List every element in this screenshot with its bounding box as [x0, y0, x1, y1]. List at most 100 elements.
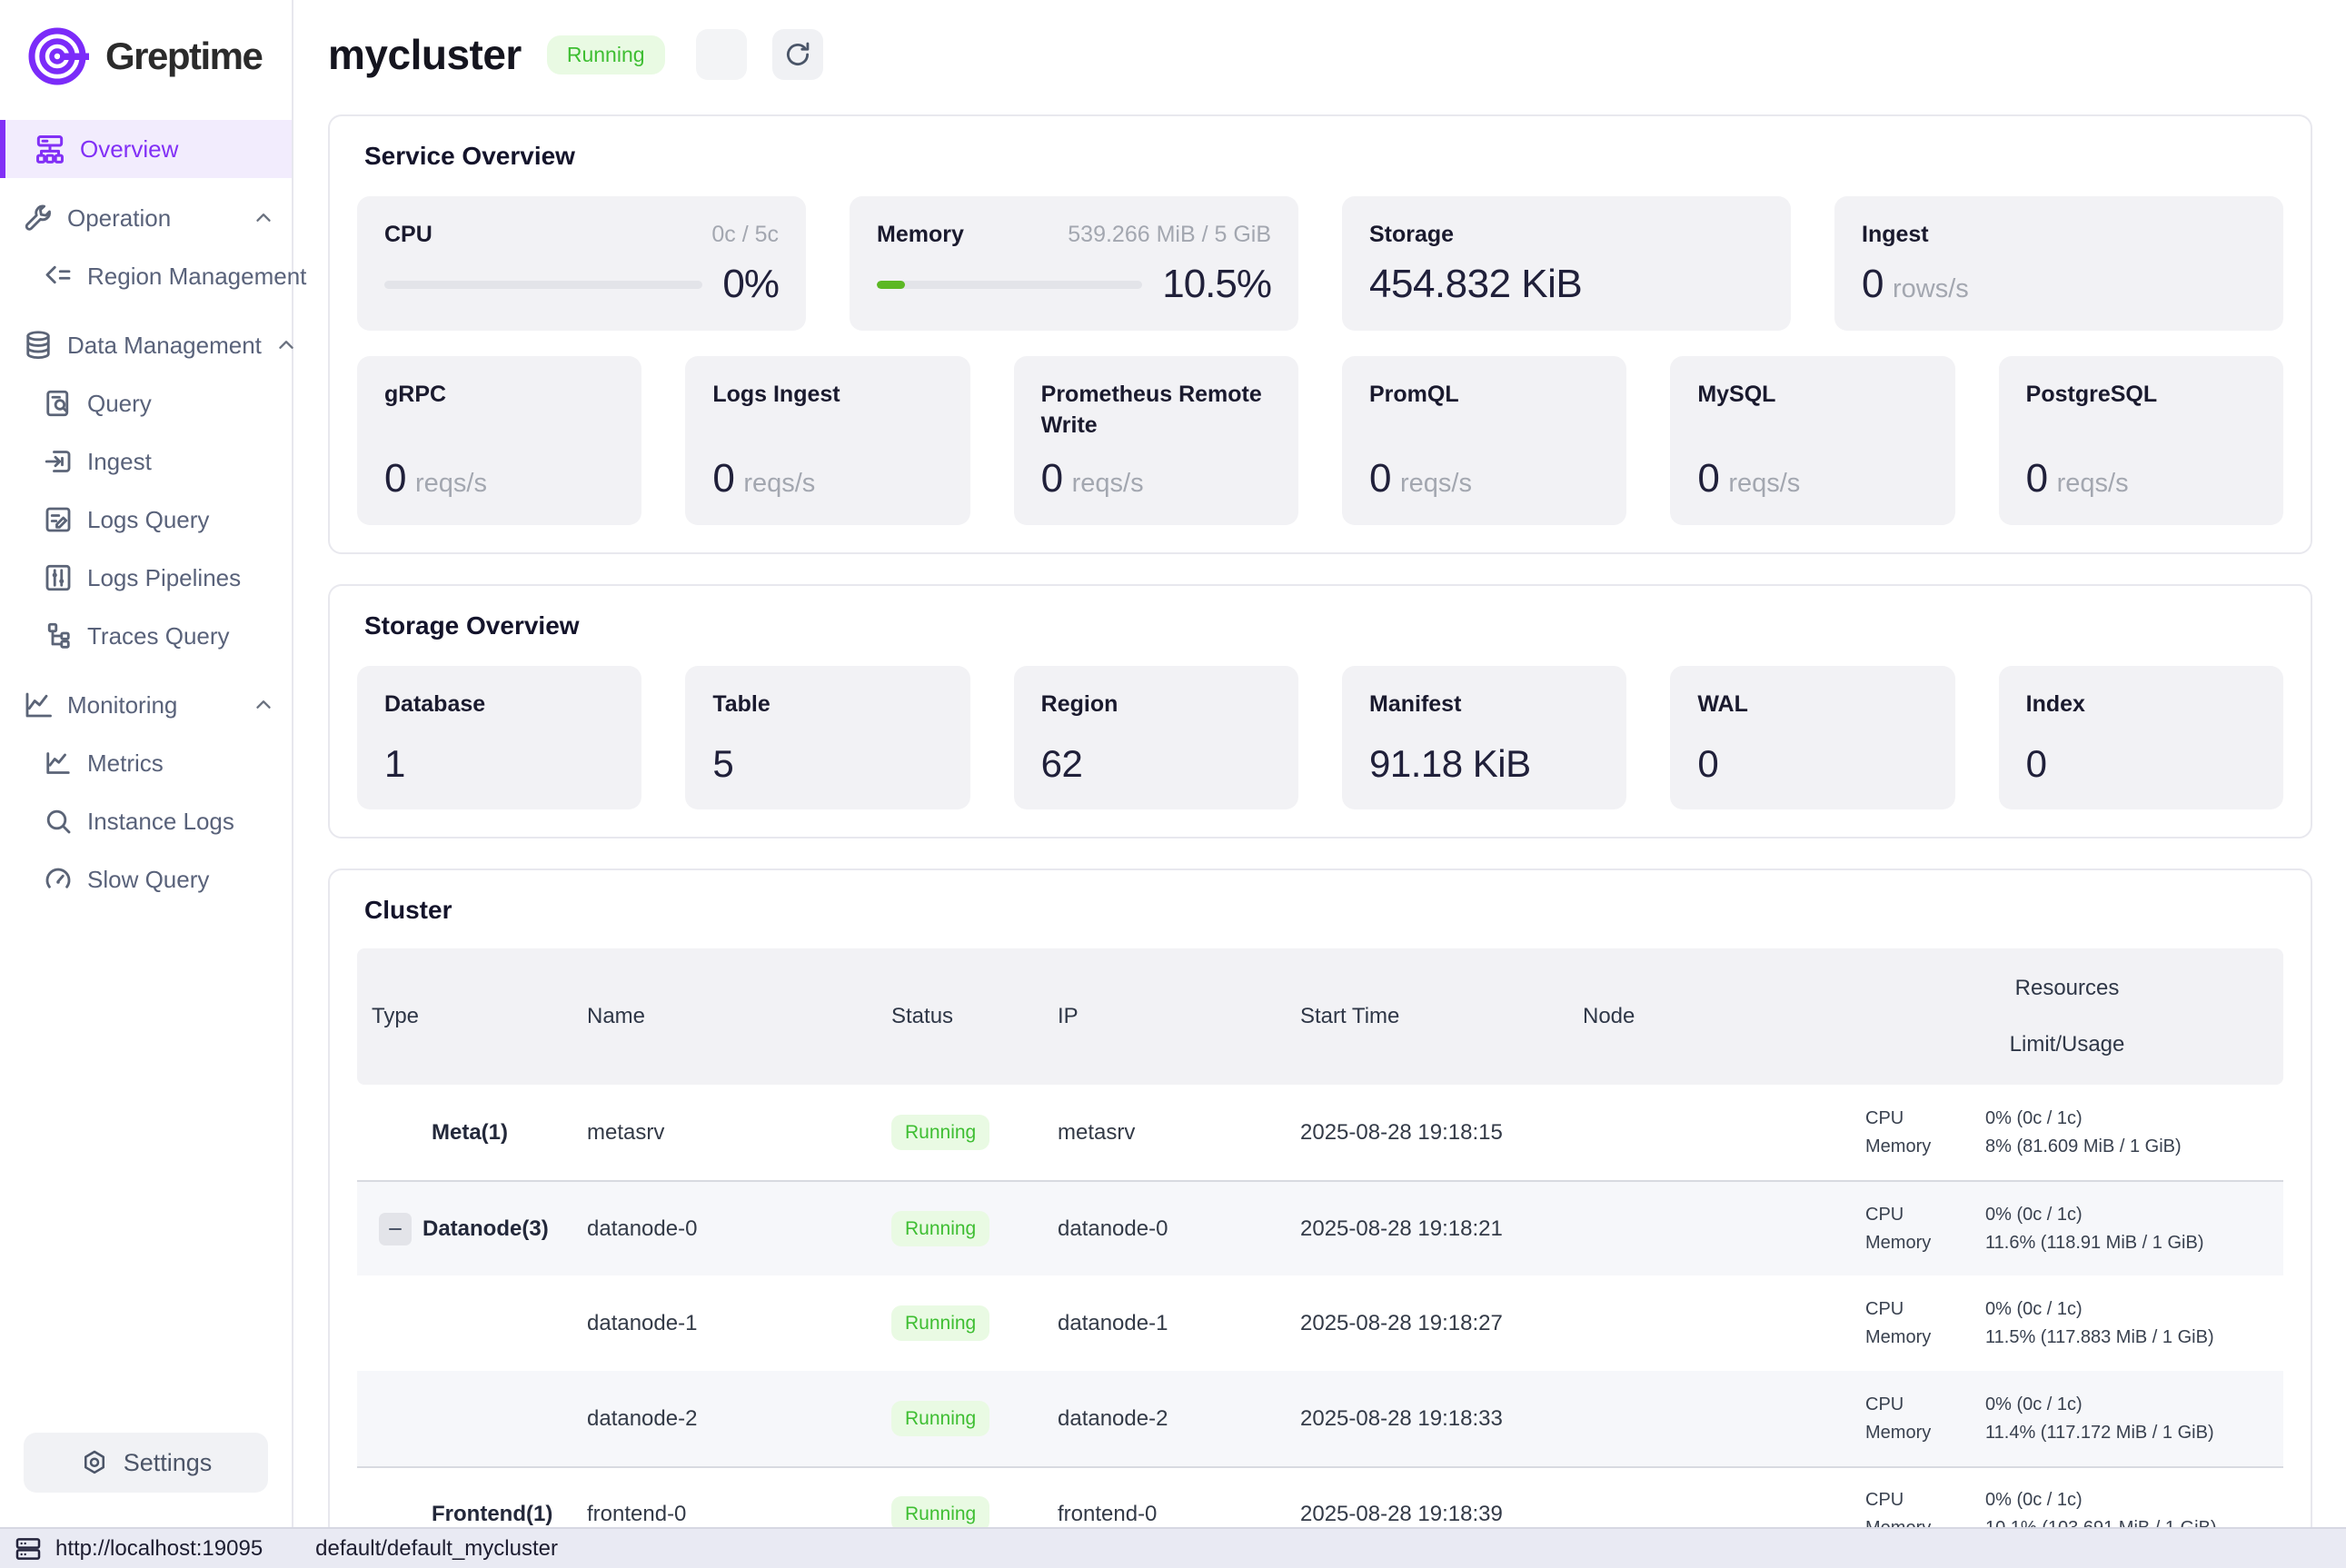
sidebar-section-operation[interactable]: Operation [0, 189, 292, 247]
empty-action-button[interactable] [696, 29, 747, 80]
sidebar-item-logs-query[interactable]: Logs Query [0, 491, 292, 549]
manifest-value: 91.18 KiB [1369, 742, 1599, 786]
prometheus-remote-write-label: Prometheus Remote Write [1041, 380, 1271, 442]
connection-url[interactable]: http://localhost:19095 [55, 1536, 263, 1562]
grpc-value: 0 [384, 456, 406, 501]
metrics-icon [42, 747, 75, 779]
status-badge: Running [891, 1115, 989, 1150]
database-card: Database 1 [357, 666, 641, 809]
logs-query-icon [42, 503, 75, 536]
sidebar-item-query[interactable]: Query [0, 374, 292, 432]
status-bar: http://localhost:19095 default/default_m… [0, 1527, 2346, 1568]
table-row-datanode-0[interactable]: Datanode(3) datanode-0 Running datanode-… [357, 1180, 2283, 1275]
ingest-value: 0 [1862, 262, 1884, 307]
table-label: Table [712, 690, 942, 720]
sidebar-section-data-management[interactable]: Data Management [0, 316, 292, 374]
postgresql-card: PostgreSQL 0 reqs/s [1999, 356, 2283, 525]
refresh-button[interactable] [772, 29, 823, 80]
region-value: 62 [1041, 742, 1271, 786]
cluster-table-header: Type Name Status IP Start Time Node Reso… [357, 948, 2283, 1085]
wal-card: WAL 0 [1670, 666, 1954, 809]
column-status: Status [877, 1004, 1043, 1029]
sidebar-nav: Overview Operation Region Management Dat… [0, 120, 292, 908]
sidebar-item-label: Slow Query [87, 866, 209, 894]
region-label: Region [1041, 690, 1271, 720]
table-value: 5 [712, 742, 942, 786]
sidebar-item-label: Overview [80, 135, 178, 164]
row-resources: CPU0% (0c / 1c) Memory11.4% (117.172 MiB… [1851, 1394, 2283, 1444]
sidebar-item-instance-logs[interactable]: Instance Logs [0, 792, 292, 850]
monitoring-icon [22, 689, 55, 721]
sidebar-section-label: Monitoring [67, 691, 177, 719]
storage-label: Storage [1369, 220, 1454, 251]
cpu-card: CPU 0c / 5c 0% [357, 196, 806, 331]
promql-unit: reqs/s [1400, 469, 1472, 499]
chevron-up-icon [252, 206, 275, 230]
cpu-progress-bar [384, 281, 702, 289]
sidebar-section-label: Operation [67, 204, 171, 233]
sidebar-section-monitoring[interactable]: Monitoring [0, 676, 292, 734]
storage-cards: Database 1 Table 5 Region 62 Manifest 91… [357, 666, 2283, 809]
brand-logo: Greptime [0, 0, 292, 98]
row-name: frontend-0 [572, 1502, 877, 1527]
row-ip: frontend-0 [1043, 1502, 1286, 1527]
column-resources: Resources [2015, 976, 2120, 1001]
table-row-datanode-1[interactable]: datanode-1 Running datanode-1 2025-08-28… [357, 1275, 2283, 1371]
column-name: Name [572, 1004, 877, 1029]
wal-label: WAL [1697, 690, 1927, 720]
promql-value: 0 [1369, 456, 1391, 501]
sidebar-item-region-management[interactable]: Region Management [0, 247, 292, 305]
current-database[interactable]: default/default_mycluster [315, 1536, 558, 1562]
storage-card: Storage 454.832 KiB [1342, 196, 1791, 331]
sidebar-item-slow-query[interactable]: Slow Query [0, 850, 292, 908]
postgresql-label: PostgreSQL [2026, 380, 2256, 411]
row-start-time: 2025-08-28 19:18:33 [1286, 1406, 1568, 1432]
cpu-res-label: CPU [1865, 1205, 1985, 1226]
sidebar-item-ingest[interactable]: Ingest [0, 432, 292, 491]
status-badge: Running [891, 1401, 989, 1436]
row-start-time: 2025-08-28 19:18:39 [1286, 1502, 1568, 1527]
brand-name: Greptime [105, 35, 262, 78]
mysql-label: MySQL [1697, 380, 1927, 411]
sidebar-item-logs-pipelines[interactable]: Logs Pipelines [0, 549, 292, 607]
index-value: 0 [2026, 742, 2256, 786]
ingest-icon [42, 445, 75, 478]
collapse-datanode-group-button[interactable] [379, 1213, 412, 1245]
traces-query-icon [42, 620, 75, 652]
sidebar-item-metrics[interactable]: Metrics [0, 734, 292, 792]
manifest-card: Manifest 91.18 KiB [1342, 666, 1626, 809]
mysql-value: 0 [1697, 456, 1719, 501]
ingest-card: Ingest 0 rows/s [1834, 196, 2283, 331]
postgresql-value: 0 [2026, 456, 2048, 501]
gauge-icon [42, 863, 75, 896]
sidebar-item-overview[interactable]: Overview [0, 120, 292, 178]
row-start-time: 2025-08-28 19:18:21 [1286, 1216, 1568, 1242]
table-row-datanode-2[interactable]: datanode-2 Running datanode-2 2025-08-28… [357, 1371, 2283, 1466]
settings-button[interactable]: Settings [24, 1433, 268, 1493]
status-badge: Running [891, 1305, 989, 1341]
memory-res-label: Memory [1865, 1423, 1985, 1444]
cluster-section-title: Cluster [364, 896, 2283, 925]
status-badge: Running [891, 1211, 989, 1246]
row-ip: datanode-1 [1043, 1311, 1286, 1336]
sidebar-item-label: Metrics [87, 749, 164, 778]
cluster-status-badge: Running [547, 35, 665, 74]
storage-overview-panel: Storage Overview Database 1 Table 5 Regi… [328, 584, 2312, 839]
service-metric-cards: CPU 0c / 5c 0% Memory 539.266 MiB / 5 Gi… [357, 196, 2283, 331]
sidebar-item-traces-query[interactable]: Traces Query [0, 607, 292, 665]
prometheus-remote-write-unit: reqs/s [1072, 469, 1144, 499]
region-management-icon [42, 260, 75, 293]
column-node: Node [1568, 1004, 1851, 1029]
sidebar-item-label: Logs Query [87, 506, 209, 534]
memory-card: Memory 539.266 MiB / 5 GiB 10.5% [850, 196, 1298, 331]
greptime-logo-icon [27, 24, 93, 89]
sidebar-item-label: Ingest [87, 448, 152, 476]
cpu-res-label: CPU [1865, 1490, 1985, 1511]
cluster-panel: Cluster Type Name Status IP Start Time N… [328, 868, 2312, 1568]
chevron-up-icon [252, 693, 275, 717]
memory-limit: 539.266 MiB / 5 GiB [1068, 222, 1271, 248]
memory-progress-bar [877, 281, 1142, 289]
cluster-title: mycluster [328, 30, 522, 79]
table-row-metasrv[interactable]: Meta(1) metasrv Running metasrv 2025-08-… [357, 1085, 2283, 1180]
memory-res-value: 8% (81.609 MiB / 1 GiB) [1985, 1136, 2182, 1157]
